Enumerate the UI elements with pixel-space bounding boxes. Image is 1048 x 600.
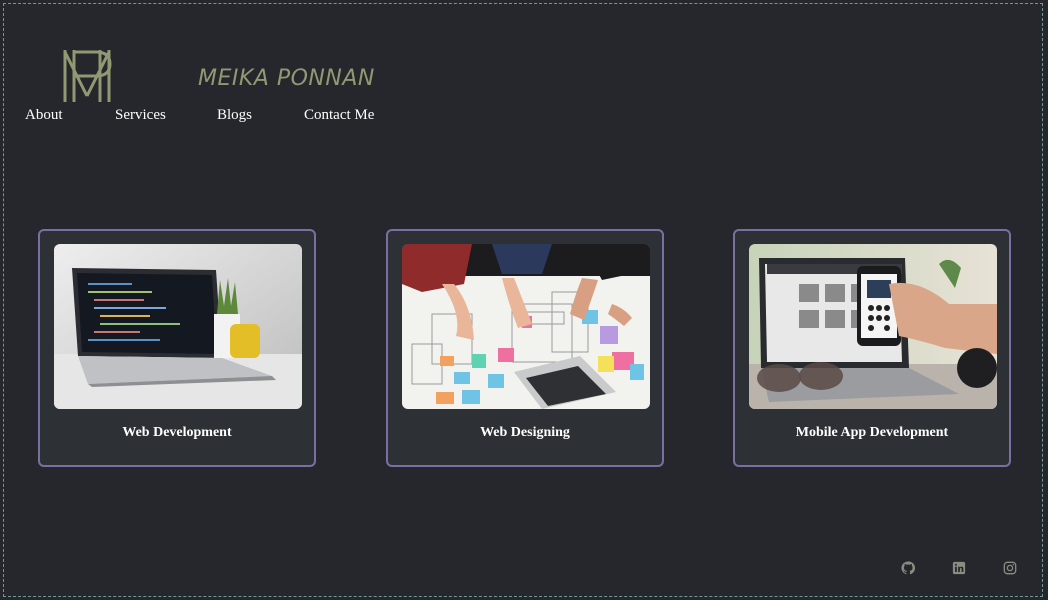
instagram-icon[interactable] [1003, 561, 1017, 575]
service-card-web-designing[interactable]: Web Designing [386, 229, 664, 467]
service-card-web-development[interactable]: Web Development [38, 229, 316, 467]
brand-name[interactable]: MEIKA PONNAN [198, 66, 375, 91]
logo-monogram-icon[interactable] [60, 44, 114, 104]
nav-about[interactable]: About [25, 107, 63, 124]
nav-contact-me[interactable]: Contact Me [304, 107, 374, 124]
service-title: Web Development [122, 425, 232, 440]
service-title: Mobile App Development [795, 425, 949, 440]
service-card-mobile-app-development[interactable]: Mobile App Development [733, 229, 1011, 467]
wireframe-sketching-photo [402, 244, 650, 409]
service-title: Web Designing [480, 425, 570, 440]
mobile-app-photo [749, 244, 997, 409]
github-icon[interactable] [901, 561, 915, 575]
nav-blogs[interactable]: Blogs [217, 107, 252, 124]
laptop-code-photo [54, 244, 302, 409]
nav-services[interactable]: Services [115, 107, 166, 124]
linkedin-icon[interactable] [952, 561, 966, 575]
